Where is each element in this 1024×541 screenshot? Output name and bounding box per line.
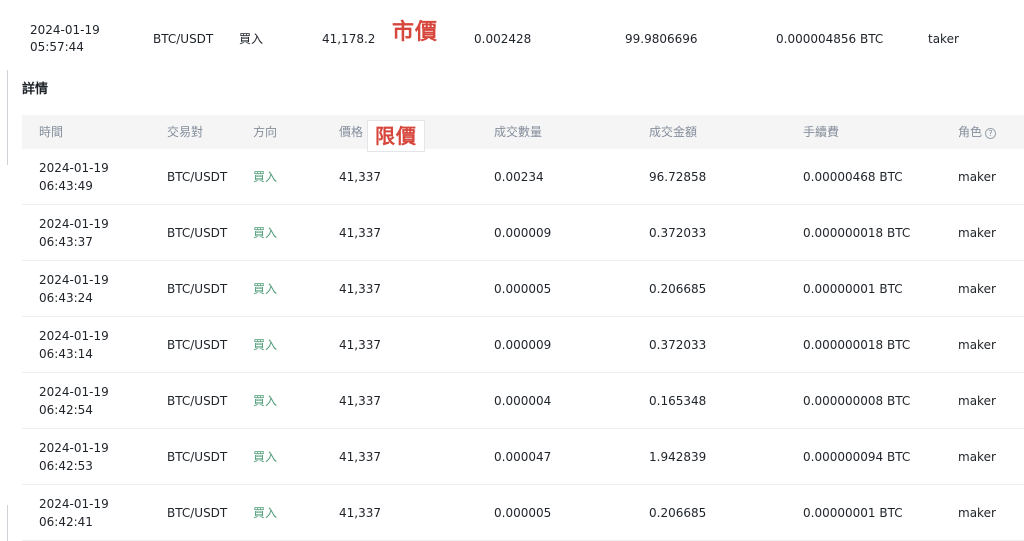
trade-amount: 99.9806696	[625, 32, 698, 46]
cell-price: 41,337	[339, 170, 381, 184]
cell-fee: 0.00000468 BTC	[803, 170, 903, 184]
cell-fee: 0.000000018 BTC	[803, 338, 911, 352]
cell-fee: 0.00000001 BTC	[803, 506, 903, 520]
cell-side: 買入	[253, 282, 278, 296]
table-row: 2024-01-19 06:43:24 BTC/USDT 買入 41,337 0…	[22, 261, 1024, 317]
table-row: 2024-01-19 06:43:49 BTC/USDT 買入 41,337 0…	[22, 149, 1024, 205]
cell-role: maker	[958, 226, 996, 240]
trade-time: 2024-01-19 05:57:44	[30, 23, 100, 54]
cell-quantity: 0.000004	[494, 394, 552, 408]
cell-side: 買入	[253, 170, 278, 184]
table-header: 時間 交易對 方向 價格 成交數量 成交金額 手續費 角色?	[22, 115, 1024, 149]
header-role-label: 角色	[958, 125, 983, 139]
header-time: 時間	[39, 125, 64, 139]
cell-quantity: 0.000005	[494, 506, 552, 520]
cell-amount: 0.206685	[649, 282, 707, 296]
cell-pair: BTC/USDT	[167, 338, 228, 352]
header-amount: 成交金額	[649, 125, 698, 139]
panel-divider	[7, 70, 8, 165]
cell-time: 2024-01-19 06:42:53	[39, 441, 109, 473]
cell-amount: 0.165348	[649, 394, 707, 408]
cell-fee: 0.000000094 BTC	[803, 450, 911, 464]
trade-price: 41,178.2	[322, 32, 376, 46]
cell-time: 2024-01-19 06:42:54	[39, 385, 109, 417]
cell-quantity: 0.000009	[494, 226, 552, 240]
cell-time: 2024-01-19 06:42:41	[39, 497, 109, 529]
cell-amount: 0.206685	[649, 506, 707, 520]
cell-amount: 96.72858	[649, 170, 707, 184]
cell-time: 2024-01-19 06:43:37	[39, 217, 109, 249]
cell-price: 41,337	[339, 338, 381, 352]
cell-pair: BTC/USDT	[167, 394, 228, 408]
table-row: 2024-01-19 06:43:37 BTC/USDT 買入 41,337 0…	[22, 205, 1024, 261]
cell-role: maker	[958, 338, 996, 352]
table-row: 2024-01-19 06:43:14 BTC/USDT 買入 41,337 0…	[22, 317, 1024, 373]
cell-pair: BTC/USDT	[167, 170, 228, 184]
header-fee: 手續費	[803, 125, 840, 139]
cell-quantity: 0.000047	[494, 450, 552, 464]
cell-role: maker	[958, 450, 996, 464]
panel-divider	[7, 505, 8, 541]
cell-quantity: 0.000005	[494, 282, 552, 296]
table-row: 2024-01-19 06:42:41 BTC/USDT 買入 41,337 0…	[22, 485, 1024, 541]
table-row: 2024-01-19 06:42:54 BTC/USDT 買入 41,337 0…	[22, 373, 1024, 429]
cell-fee: 0.000000008 BTC	[803, 394, 911, 408]
cell-role: maker	[958, 282, 996, 296]
trade-fee: 0.000004856 BTC	[776, 32, 884, 46]
help-icon[interactable]: ?	[985, 128, 997, 139]
market-trade-row: 2024-01-19 05:57:44 BTC/USDT 買入 41,178.2…	[0, 0, 1024, 70]
header-pair: 交易對	[167, 125, 204, 139]
header-price: 價格	[339, 125, 364, 139]
trade-details-table: 時間 交易對 方向 價格 成交數量 成交金額 手續費 角色? 2024-01-1…	[22, 115, 1024, 541]
cell-price: 41,337	[339, 450, 381, 464]
details-section-title: 詳情	[22, 82, 49, 97]
table-row: 2024-01-19 06:42:53 BTC/USDT 買入 41,337 0…	[22, 429, 1024, 485]
cell-quantity: 0.000009	[494, 338, 552, 352]
cell-side: 買入	[253, 394, 278, 408]
limit-order-annotation: 限價	[367, 120, 425, 152]
cell-price: 41,337	[339, 394, 381, 408]
cell-price: 41,337	[339, 282, 381, 296]
market-order-annotation: 市價	[392, 20, 439, 45]
header-role: 角色?	[958, 124, 997, 140]
cell-side: 買入	[253, 226, 278, 240]
cell-role: maker	[958, 170, 996, 184]
cell-quantity: 0.00234	[494, 170, 544, 184]
header-quantity: 成交數量	[494, 125, 543, 139]
trade-side: 買入	[239, 32, 264, 46]
cell-pair: BTC/USDT	[167, 450, 228, 464]
cell-time: 2024-01-19 06:43:14	[39, 329, 109, 361]
cell-fee: 0.000000018 BTC	[803, 226, 911, 240]
cell-role: maker	[958, 394, 996, 408]
trade-quantity: 0.002428	[474, 32, 532, 46]
cell-price: 41,337	[339, 226, 381, 240]
cell-pair: BTC/USDT	[167, 226, 228, 240]
cell-time: 2024-01-19 06:43:49	[39, 161, 109, 193]
cell-time: 2024-01-19 06:43:24	[39, 273, 109, 305]
cell-role: maker	[958, 506, 996, 520]
cell-amount: 0.372033	[649, 226, 707, 240]
cell-fee: 0.00000001 BTC	[803, 282, 903, 296]
cell-amount: 0.372033	[649, 338, 707, 352]
cell-pair: BTC/USDT	[167, 506, 228, 520]
header-side: 方向	[253, 125, 278, 139]
trade-pair: BTC/USDT	[153, 32, 214, 46]
cell-pair: BTC/USDT	[167, 282, 228, 296]
cell-amount: 1.942839	[649, 450, 707, 464]
cell-price: 41,337	[339, 506, 381, 520]
trade-role: taker	[928, 32, 959, 46]
cell-side: 買入	[253, 506, 278, 520]
cell-side: 買入	[253, 338, 278, 352]
cell-side: 買入	[253, 450, 278, 464]
